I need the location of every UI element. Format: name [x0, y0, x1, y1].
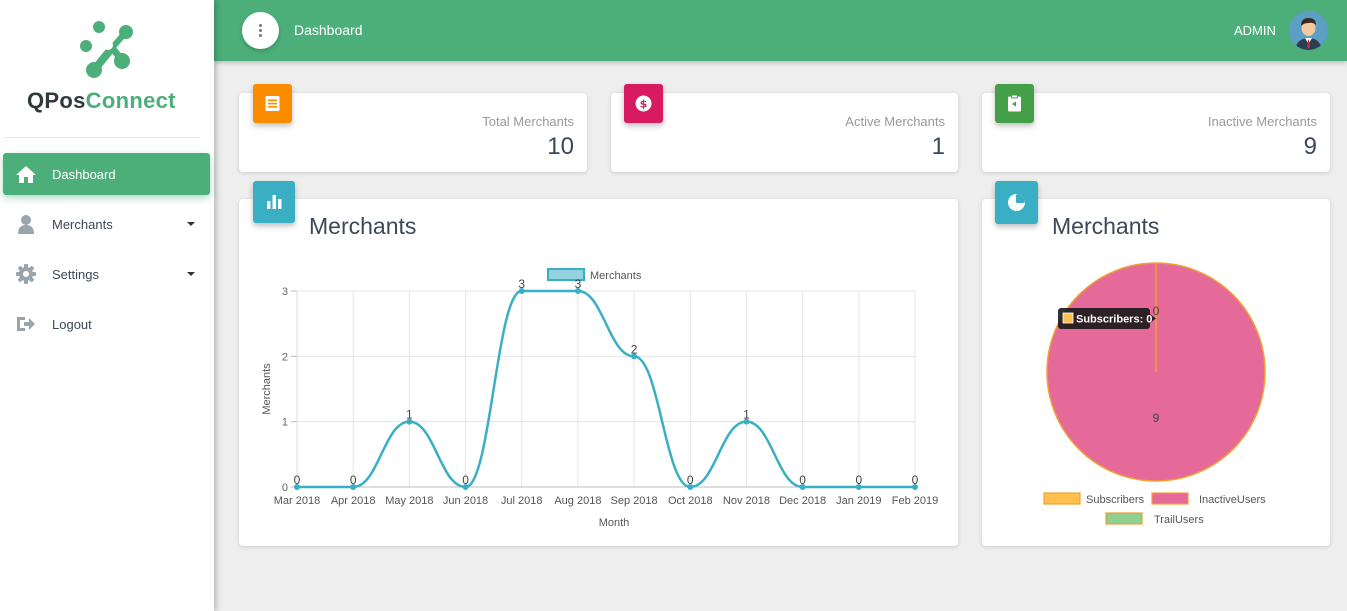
tooltip-text: Subscribers: 0 [1076, 314, 1152, 326]
x-tick-label: Sep 2018 [611, 495, 658, 507]
data-label: 1 [743, 408, 750, 422]
home-icon [16, 166, 36, 183]
sidebar-item-merchants[interactable]: Merchants [3, 203, 210, 245]
gear-icon [16, 264, 36, 284]
dollar-icon: $ [635, 95, 652, 112]
stat-label: Active Merchants [845, 114, 945, 129]
stat-card-inactive-merchants: Inactive Merchants 9 [982, 84, 1330, 172]
merchants-line-chart-card: Merchants 0 1 2 3 Mar 2018 Apr 2018 May 2018 Ju… [239, 181, 958, 546]
menu-dot-icon [259, 34, 262, 37]
stat-card-active-merchants: $ Active Merchants 1 [611, 84, 958, 172]
x-tick-label: Jul 2018 [501, 495, 543, 507]
svg-text:$: $ [640, 98, 648, 111]
sidebar-item-label: Settings [52, 266, 99, 282]
sidebar: QPosConnect Dashboard Merchants Settings… [0, 0, 214, 611]
sidebar-nav: Dashboard Merchants Settings Logout [0, 150, 214, 353]
menu-toggle-button[interactable] [242, 12, 279, 49]
logo-text-qpos: QPos [27, 88, 86, 113]
qpos-logo-icon [80, 21, 133, 78]
y-tick-label: 0 [282, 482, 288, 494]
data-label: 0 [799, 473, 806, 487]
logo-text-connect: Connect [85, 88, 176, 113]
sidebar-item-settings[interactable]: Settings [3, 253, 210, 295]
legend-label: Merchants [590, 270, 642, 282]
pie-value-label: 0 [1153, 304, 1160, 318]
user-icon [18, 215, 34, 234]
sidebar-item-dashboard[interactable]: Dashboard [3, 153, 210, 195]
x-tick-label: Apr 2018 [331, 495, 376, 507]
sidebar-item-logout[interactable]: Logout [3, 303, 210, 345]
pie-tooltip: Subscribers: 0 [1058, 308, 1156, 329]
stat-value: 10 [547, 133, 574, 160]
stat-card-total-merchants: Total Merchants 10 [239, 84, 587, 172]
x-tick-label: Nov 2018 [723, 495, 770, 507]
stat-value: 9 [1303, 133, 1317, 160]
page-title: Dashboard [294, 22, 363, 38]
legend-label: Subscribers [1086, 494, 1145, 506]
legend-swatch [1151, 492, 1189, 505]
card-icon-box [253, 84, 292, 123]
sidebar-item-label: Logout [52, 316, 92, 332]
data-label: 3 [575, 277, 582, 291]
data-label: 0 [912, 473, 919, 487]
x-tick-label: Jan 2019 [836, 495, 881, 507]
data-label: 3 [518, 277, 525, 291]
card-icon-box [995, 84, 1034, 123]
tooltip-swatch [1062, 312, 1074, 324]
avatar-icon [1289, 11, 1328, 50]
list-icon [265, 96, 280, 111]
x-tick-label: Aug 2018 [554, 495, 601, 507]
series-line-merchants [297, 289, 915, 489]
app-logo[interactable]: QPosConnect [4, 0, 200, 138]
user-name[interactable]: ADMIN [1234, 23, 1276, 38]
stat-value: 1 [931, 133, 945, 160]
y-axis-title: Merchants [261, 363, 273, 415]
sidebar-item-label: Dashboard [52, 166, 116, 182]
merchants-pie-chart-card: Merchants 9 0 Subscribers: 0 Subscribers Ina… [982, 181, 1330, 546]
x-tick-label: Jun 2018 [443, 495, 488, 507]
data-label: 0 [294, 473, 301, 487]
y-tick-label: 3 [282, 286, 288, 298]
card-icon-box: $ [624, 84, 663, 123]
legend-label: InactiveUsers [1199, 494, 1266, 506]
legend-swatch [1043, 492, 1081, 505]
y-tick-label: 1 [282, 417, 288, 429]
stat-label: Total Merchants [482, 114, 574, 129]
menu-dot-icon [259, 24, 262, 27]
x-tick-label: May 2018 [385, 495, 433, 507]
legend-swatch [1105, 512, 1143, 525]
x-axis-title: Month [599, 517, 630, 529]
x-tick-label: Oct 2018 [668, 495, 713, 507]
x-tick-label: Dec 2018 [779, 495, 826, 507]
chevron-down-icon [187, 222, 195, 226]
stat-label: Inactive Merchants [1207, 114, 1317, 129]
top-navbar: Dashboard ADMIN [214, 0, 1347, 61]
data-label: 1 [406, 408, 413, 422]
chevron-down-icon [187, 272, 195, 276]
pie-value-label: 9 [1153, 411, 1160, 425]
x-tick-label: Mar 2018 [274, 495, 320, 507]
avatar[interactable] [1289, 11, 1328, 50]
data-label: 0 [855, 473, 862, 487]
data-label: 0 [462, 473, 469, 487]
data-label: 2 [631, 342, 638, 356]
pie-chart: 9 0Subscribers: 0 Subscribers InactiveUsers… [1043, 262, 1266, 526]
clipboard-icon [1008, 94, 1021, 112]
legend-label: TrailUsers [1154, 514, 1204, 526]
x-tick-label: Feb 2019 [892, 495, 938, 507]
data-label: 0 [687, 473, 694, 487]
menu-dot-icon [259, 29, 262, 32]
sidebar-item-label: Merchants [52, 216, 113, 232]
line-chart: 0 1 2 3 Mar 2018 Apr 2018 May 2018 Jun 2018 Jul … [261, 268, 938, 529]
logout-icon [17, 317, 35, 331]
y-tick-label: 2 [282, 351, 288, 363]
data-label: 0 [350, 473, 357, 487]
logo-text: QPosConnect [27, 88, 176, 114]
